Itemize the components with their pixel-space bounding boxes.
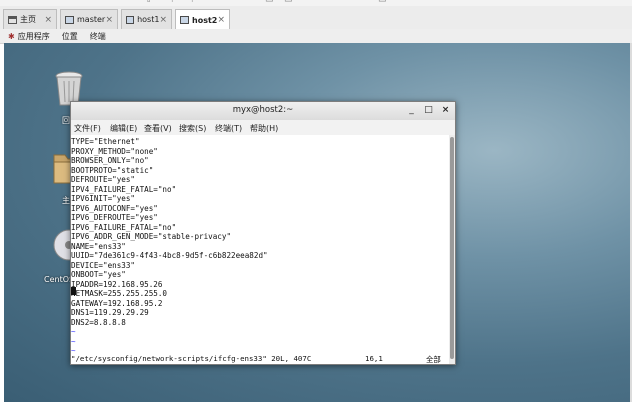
config-line: DEVICE="ens33" xyxy=(71,260,136,270)
config-line: DNS2=8.8.8.8 xyxy=(71,317,126,327)
config-line: PROXY_METHOD="none" xyxy=(71,146,158,156)
config-line: IPV6_FAILURE_FATAL="no" xyxy=(71,222,177,232)
tab-host2[interactable]: host2 × xyxy=(175,9,230,30)
toolbar-icon[interactable]: ⚑ xyxy=(170,0,178,5)
close-button[interactable]: × xyxy=(439,104,452,117)
terminal-titlebar[interactable]: myx@host2:~ _ □ × xyxy=(71,102,455,121)
config-line: IPADDR=192.168.95.26 xyxy=(71,279,163,289)
gnome-top-bar: ✱ 应用程序 位置 终端 xyxy=(0,29,632,44)
status-scope: 全部 xyxy=(426,355,441,364)
config-line: IPV6_AUTOCONF="yes" xyxy=(71,203,158,213)
vim-status-line: "/etc/sysconfig/network-scripts/ifcfg-en… xyxy=(71,354,449,364)
config-line: UUID="7de361c9-4f43-4bc8-9d5f-c6b822eea8… xyxy=(71,251,268,260)
maximize-button[interactable]: □ xyxy=(422,104,435,117)
minimize-button[interactable]: _ xyxy=(405,104,418,117)
config-line: DEFROUTE="yes" xyxy=(71,175,136,184)
config-line: BROWSER_ONLY="no" xyxy=(71,156,149,165)
vm-icon xyxy=(126,15,135,24)
toolbar-icon[interactable]: ▭ xyxy=(265,0,274,5)
terminal-content[interactable]: TYPE="Ethernet" PROXY_METHOD="none" BROW… xyxy=(71,135,449,354)
config-line: NAME="ens33" xyxy=(71,241,126,251)
toolbar-icon[interactable]: ⇧ xyxy=(145,0,153,5)
toolbar-icon[interactable]: ⚑ xyxy=(190,0,198,5)
terminal-scrollbar[interactable] xyxy=(449,135,455,364)
vm-icon xyxy=(180,16,189,24)
toolbar-icon[interactable]: ▭ xyxy=(284,0,293,5)
menu-view[interactable]: 查看(V) xyxy=(144,123,172,134)
tab-home[interactable]: 主页 × xyxy=(3,9,57,29)
empty-line-marker: ~ xyxy=(71,327,76,336)
status-file: "/etc/sysconfig/network-scripts/ifcfg-en… xyxy=(71,354,312,363)
apps-icon: ✱ xyxy=(8,31,15,41)
config-line: ONBOOT="yes" xyxy=(71,270,126,279)
config-line: IPV6_DEFROUTE="yes" xyxy=(71,213,158,222)
folder-label: 主 xyxy=(62,196,70,205)
menu-edit[interactable]: 编辑(E) xyxy=(110,123,137,134)
menu-search[interactable]: 搜索(S) xyxy=(179,123,206,134)
config-line: IPV6INIT="yes" xyxy=(71,194,136,203)
terminal-menubar: 文件(F) 编辑(E) 查看(V) 搜索(S) 终端(T) 帮助(H) xyxy=(71,120,455,136)
window-title: myx@host2:~ xyxy=(232,105,294,115)
terminal-menu[interactable]: 终端 xyxy=(90,31,106,42)
menu-help[interactable]: 帮助(H) xyxy=(250,123,278,134)
config-line: BOOTPROTO="static" xyxy=(71,165,154,175)
config-line: TYPE="Ethernet" xyxy=(71,137,140,146)
empty-line-marker: ~ xyxy=(71,346,76,354)
empty-line-marker: ~ xyxy=(71,336,76,346)
tab-label: host1 xyxy=(137,15,160,24)
close-icon[interactable]: × xyxy=(44,15,52,25)
tab-master[interactable]: master × xyxy=(60,9,118,29)
close-icon[interactable]: × xyxy=(105,15,113,25)
toolbar-icon[interactable]: ▭ xyxy=(378,0,387,5)
config-line: IPV6_ADDR_GEN_MODE="stable-privacy" xyxy=(71,232,232,241)
scrollbar-thumb[interactable] xyxy=(450,137,454,359)
tab-label: master xyxy=(77,15,106,24)
tab-host1[interactable]: host1 × xyxy=(121,9,172,29)
trash-label: 回 xyxy=(62,116,70,125)
terminal-window[interactable]: myx@host2:~ _ □ × 文件(F) 编辑(E) 查看(V) 搜索(S… xyxy=(70,101,456,365)
close-icon[interactable]: × xyxy=(159,15,167,25)
tab-label: 主页 xyxy=(20,15,36,24)
home-icon xyxy=(8,15,17,24)
config-line: DNS1=119.29.29.29 xyxy=(71,308,149,317)
menu-terminal[interactable]: 终端(T) xyxy=(215,123,242,134)
tab-label: host2 xyxy=(192,15,218,25)
close-icon[interactable]: × xyxy=(217,15,225,25)
config-line: NETMASK=255.255.255.0 xyxy=(71,289,168,298)
status-position: 16,1 xyxy=(365,354,383,363)
config-line: IPV4_FAILURE_FATAL="no" xyxy=(71,184,177,194)
applications-menu[interactable]: 应用程序 xyxy=(18,31,50,42)
menu-file[interactable]: 文件(F) xyxy=(74,123,101,134)
config-line: GATEWAY=192.168.95.2 xyxy=(71,298,163,308)
vm-tab-bar: 主页 × master × host1 × host2 × xyxy=(0,6,632,30)
places-menu[interactable]: 位置 xyxy=(62,31,78,42)
vm-icon xyxy=(65,15,74,24)
